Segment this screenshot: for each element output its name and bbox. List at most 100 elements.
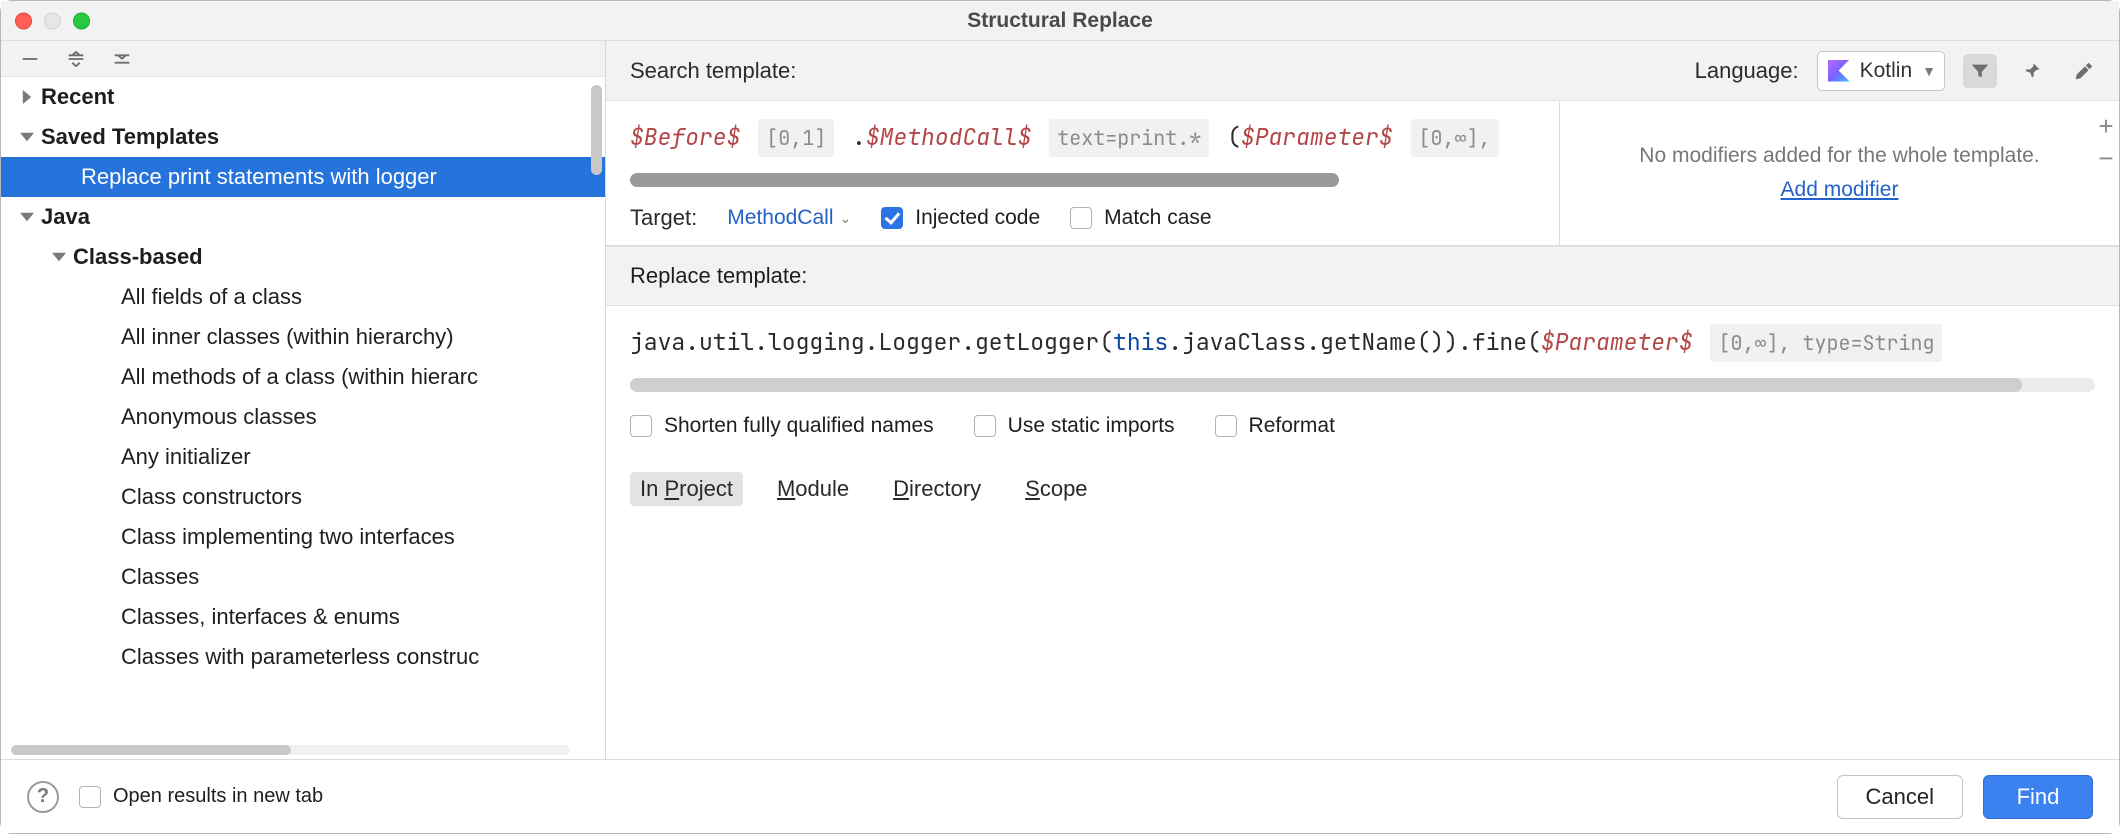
code-token: $Before$ bbox=[630, 122, 740, 152]
checkbox-icon bbox=[630, 415, 652, 437]
minimize-window-icon[interactable] bbox=[44, 12, 61, 29]
tree-label: Class implementing two interfaces bbox=[121, 517, 455, 557]
tree-item[interactable]: All fields of a class bbox=[1, 277, 605, 317]
replace-options: Shorten fully qualified names Use static… bbox=[630, 414, 2095, 438]
checkbox-icon bbox=[1215, 415, 1237, 437]
tree-vscrollbar[interactable] bbox=[591, 85, 602, 175]
constraint-badge: [0,∞], type=String bbox=[1710, 324, 1942, 362]
search-template-editor[interactable]: $Before$ [0,1] .$MethodCall$ text=print.… bbox=[630, 119, 1539, 157]
help-icon[interactable]: ? bbox=[27, 781, 59, 813]
expand-all-icon[interactable] bbox=[65, 48, 87, 70]
tree-label: Class-based bbox=[73, 237, 203, 277]
tree-node-class-based[interactable]: Class-based bbox=[1, 237, 605, 277]
tree-item-saved-0[interactable]: Replace print statements with logger bbox=[1, 157, 605, 197]
static-imports-label: Use static imports bbox=[1008, 414, 1175, 438]
search-area: $Before$ [0,1] .$MethodCall$ text=print.… bbox=[606, 101, 2119, 246]
static-imports-checkbox[interactable]: Use static imports bbox=[974, 414, 1175, 438]
reformat-checkbox[interactable]: Reformat bbox=[1215, 414, 1335, 438]
tree-item[interactable]: Class constructors bbox=[1, 477, 605, 517]
code-token: ( bbox=[1227, 122, 1241, 152]
scrollbar-thumb[interactable] bbox=[630, 378, 2022, 392]
right-panel: Search template: Language: Kotlin ▼ bbox=[606, 41, 2119, 759]
tree-item[interactable]: Class implementing two interfaces bbox=[1, 517, 605, 557]
tree-label: Classes bbox=[121, 557, 199, 597]
scope-tab-directory[interactable]: Directory bbox=[883, 472, 991, 506]
open-in-new-tab-checkbox[interactable]: Open results in new tab bbox=[79, 785, 323, 808]
tree-label: Classes, interfaces & enums bbox=[121, 597, 400, 637]
settings-icon[interactable] bbox=[2067, 54, 2101, 88]
scope-tab-scope[interactable]: Scope bbox=[1015, 472, 1097, 506]
code-token: this bbox=[1113, 327, 1168, 357]
checkbox-icon bbox=[79, 786, 101, 808]
add-modifier-icon[interactable]: + bbox=[2092, 115, 2120, 139]
chevron-down-icon: ▼ bbox=[1922, 63, 1936, 79]
dialog-footer: ? Open results in new tab Cancel Find bbox=[1, 759, 2119, 833]
tree-label: Anonymous classes bbox=[121, 397, 317, 437]
language-label: Language: bbox=[1695, 58, 1799, 84]
collapse-tree-icon[interactable] bbox=[111, 48, 133, 70]
tree-label: All inner classes (within hierarchy) bbox=[121, 317, 454, 357]
checkbox-icon bbox=[881, 207, 903, 229]
target-combo[interactable]: MethodCall ⌄ bbox=[727, 206, 851, 230]
templates-tree[interactable]: Recent Saved Templates Replace print sta… bbox=[1, 77, 605, 677]
tree-node-java[interactable]: Java bbox=[1, 197, 605, 237]
tree-item[interactable]: Classes bbox=[1, 557, 605, 597]
code-token: .javaClass.getName()).fine( bbox=[1168, 327, 1541, 357]
reformat-label: Reformat bbox=[1249, 414, 1335, 438]
chevron-down-icon: ⌄ bbox=[840, 210, 852, 227]
zoom-window-icon[interactable] bbox=[73, 12, 90, 29]
add-modifier-link[interactable]: Add modifier bbox=[1781, 178, 1899, 202]
pin-icon[interactable] bbox=[2015, 54, 2049, 88]
tree-label: Recent bbox=[41, 77, 114, 117]
tree-node-saved[interactable]: Saved Templates bbox=[1, 117, 605, 157]
tree-item[interactable]: Classes with parameterless construc bbox=[1, 637, 605, 677]
language-value: Kotlin bbox=[1860, 59, 1913, 83]
code-token: $MethodCall$ bbox=[866, 122, 1032, 152]
constraint-badge: text=print.* bbox=[1049, 119, 1209, 157]
editor-hscrollbar[interactable] bbox=[630, 378, 2095, 392]
close-window-icon[interactable] bbox=[15, 12, 32, 29]
constraint-badge: [0,∞], bbox=[1411, 119, 1499, 157]
modifiers-empty-text: No modifiers added for the whole templat… bbox=[1639, 144, 2039, 168]
remove-modifier-icon[interactable]: − bbox=[2092, 147, 2120, 171]
tree-item[interactable]: Any initializer bbox=[1, 437, 605, 477]
scope-tab-module[interactable]: Module bbox=[767, 472, 859, 506]
filter-icon[interactable] bbox=[1963, 54, 1997, 88]
scope-tab-in-project[interactable]: In Project bbox=[630, 472, 743, 506]
match-case-checkbox[interactable]: Match case bbox=[1070, 206, 1211, 230]
replace-template-editor[interactable]: java.util.logging.Logger.getLogger(this.… bbox=[630, 324, 2095, 362]
tree-item[interactable]: All methods of a class (within hierarc bbox=[1, 357, 605, 397]
chevron-down-icon bbox=[49, 250, 69, 264]
injected-code-checkbox[interactable]: Injected code bbox=[881, 206, 1040, 230]
cancel-button[interactable]: Cancel bbox=[1837, 775, 1963, 819]
scope-tabs: In Project Module Directory Scope bbox=[606, 452, 2119, 512]
tree-item[interactable]: All inner classes (within hierarchy) bbox=[1, 317, 605, 357]
tree-label: Saved Templates bbox=[41, 117, 219, 157]
window-title: Structural Replace bbox=[967, 9, 1153, 33]
injected-code-label: Injected code bbox=[915, 206, 1040, 230]
scrollbar-thumb[interactable] bbox=[11, 745, 291, 755]
shorten-fqn-label: Shorten fully qualified names bbox=[664, 414, 934, 438]
checkbox-icon bbox=[1070, 207, 1092, 229]
tree-label: Class constructors bbox=[121, 477, 302, 517]
code-token: $Parameter$ bbox=[1541, 327, 1693, 357]
code-token: java.util.logging.Logger.getLogger( bbox=[630, 327, 1113, 357]
shorten-fqn-checkbox[interactable]: Shorten fully qualified names bbox=[630, 414, 934, 438]
code-token: . bbox=[852, 122, 866, 152]
tree-item[interactable]: Classes, interfaces & enums bbox=[1, 597, 605, 637]
find-button[interactable]: Find bbox=[1983, 775, 2093, 819]
collapse-all-icon[interactable] bbox=[19, 48, 41, 70]
chevron-right-icon bbox=[17, 90, 37, 104]
chevron-down-icon bbox=[17, 210, 37, 224]
language-combo[interactable]: Kotlin ▼ bbox=[1817, 51, 1945, 91]
search-options: Target: MethodCall ⌄ Injected code Match… bbox=[630, 205, 1539, 231]
tree-item[interactable]: Anonymous classes bbox=[1, 397, 605, 437]
editor-hscrollbar[interactable] bbox=[630, 173, 1339, 187]
code-token: $Parameter$ bbox=[1241, 122, 1393, 152]
replace-header: Replace template: bbox=[606, 246, 2119, 306]
tree-hscrollbar[interactable] bbox=[11, 745, 570, 755]
tree-node-recent[interactable]: Recent bbox=[1, 77, 605, 117]
search-template-label: Search template: bbox=[630, 58, 796, 84]
scrollbar-thumb[interactable] bbox=[630, 173, 1339, 187]
constraint-badge: [0,1] bbox=[758, 119, 834, 157]
